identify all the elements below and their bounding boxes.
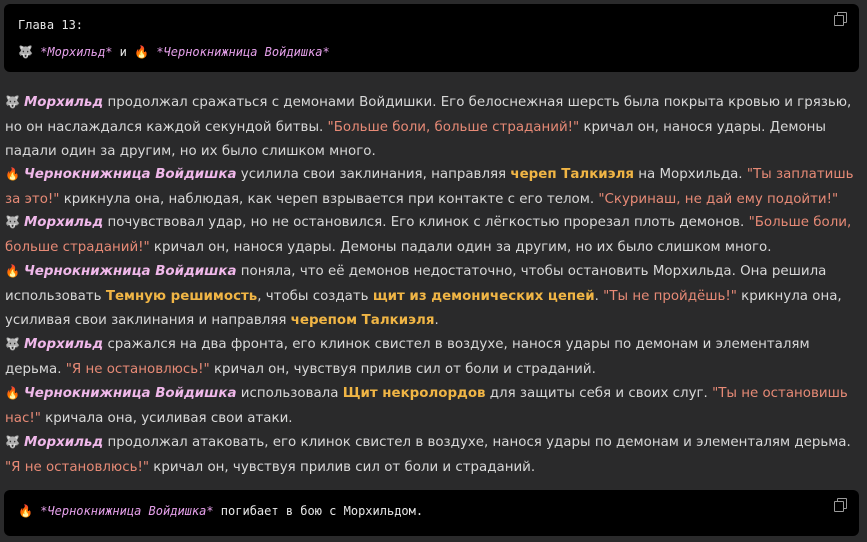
quote: "Скуринаш, не дай ему подойти!" — [598, 191, 839, 207]
fire-icon: 🔥 — [5, 264, 20, 278]
outcome-box: 🔥 *Чернокнижница Войдишка* погибает в бо… — [4, 490, 859, 536]
character-name: Морхильд — [23, 95, 104, 110]
wolf-icon: 🐺 — [5, 215, 20, 229]
quote: "Я не остановлюсь!" — [5, 459, 149, 475]
story-paragraph-4: 🔥 Чернокнижница Войдишка поняла, что её д… — [5, 264, 842, 328]
copy-icon[interactable] — [834, 498, 847, 512]
item-highlight: щит из демонических цепей — [372, 288, 595, 304]
participant-witch: *Чернокнижница Войдишка* — [156, 45, 330, 59]
story-paragraph-1: 🐺 Морхильд продолжал сражаться с демонами… — [5, 95, 852, 159]
character-name: Чернокнижница Войдишка — [23, 264, 237, 279]
fire-icon: 🔥 — [18, 504, 33, 518]
outcome-line: 🔥 *Чернокнижница Войдишка* погибает в бо… — [18, 504, 423, 518]
quote: "Я не остановлюсь!" — [65, 361, 210, 377]
item-highlight: череп Талкиэля — [510, 167, 635, 182]
wolf-icon: 🐺 — [5, 435, 20, 449]
story-paragraph-6: 🔥 Чернокнижница Войдишка использовала Щит… — [5, 386, 848, 426]
chapter-title: Глава 13: — [18, 18, 84, 32]
wolf-icon: 🐺 — [5, 337, 20, 351]
character-name: Чернокнижница Войдишка — [23, 167, 237, 182]
quote: "Больше боли, больше страданий!" — [327, 119, 580, 135]
wolf-icon: 🐺 — [5, 95, 20, 109]
outcome-text: погибает в бою с Морхильдом. — [213, 504, 424, 518]
story-paragraph-3: 🐺 Морхильд почувствовал удар, но не остан… — [5, 215, 852, 255]
item-highlight: черепом Талкиэля — [290, 313, 435, 328]
fire-icon: 🔥 — [5, 386, 20, 400]
character-name: Морхильд — [23, 435, 104, 450]
item-highlight: Темную решимость — [105, 288, 258, 304]
fire-icon: 🔥 — [5, 167, 20, 181]
story-paragraph-7: 🐺 Морхильд продолжал атаковать, его клино… — [5, 435, 851, 475]
outcome-character: *Чернокнижница Войдишка* — [40, 504, 214, 518]
participant-morkhild: *Морхильд* — [40, 45, 113, 59]
wolf-icon: 🐺 — [18, 45, 33, 59]
and-text: и — [112, 45, 135, 59]
item-highlight: Щит некролордов — [342, 386, 486, 401]
quote: "Ты не пройдёшь!" — [603, 288, 737, 304]
fire-icon: 🔥 — [134, 45, 150, 59]
copy-icon[interactable] — [834, 12, 847, 26]
character-name: Морхильд — [23, 337, 104, 352]
character-name: Чернокнижница Войдишка — [23, 386, 237, 401]
story-paragraph-2: 🔥 Чернокнижница Войдишка усилила свои зак… — [5, 167, 854, 207]
chapter-participants: 🐺 *Морхильд* и 🔥 *Чернокнижница Войдишка… — [18, 45, 330, 59]
story-paragraph-5: 🐺 Морхильд сражался на два фронта, его кл… — [5, 337, 810, 377]
chapter-header-box: Глава 13: 🐺 *Морхильд* и 🔥 *Чернокнижниц… — [4, 4, 859, 72]
character-name: Морхильд — [23, 215, 104, 230]
